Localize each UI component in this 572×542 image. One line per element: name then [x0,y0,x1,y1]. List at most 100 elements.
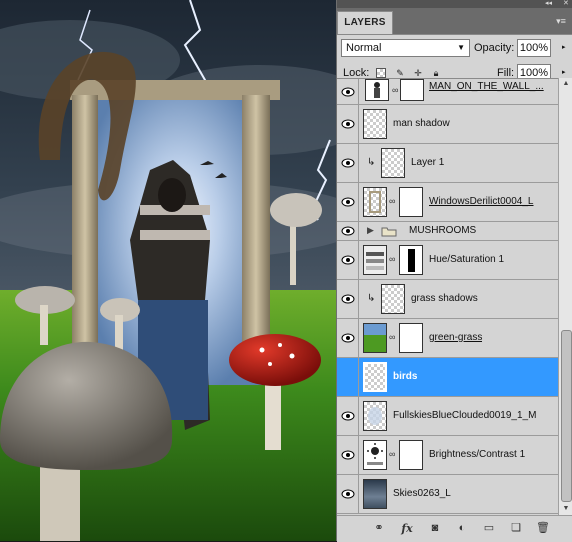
layer-name[interactable]: birds [393,358,417,396]
panel-menu-icon[interactable]: ▾≡ [554,16,568,26]
visibility-toggle[interactable] [337,475,359,513]
layer-name[interactable]: Skies0263_L [393,475,451,513]
document-canvas[interactable] [0,0,336,541]
layer-row-selected[interactable]: birds [337,358,558,397]
link-layers-icon[interactable]: ⚭ [371,521,387,536]
delete-layer-icon[interactable]: 🗑︎ [535,521,551,536]
layer-row[interactable]: Skies0263_L [337,475,558,514]
lock-image-icon[interactable]: ✎ [395,68,405,78]
lock-transparency-icon[interactable] [376,68,386,78]
visibility-toggle[interactable] [337,222,359,240]
layer-name[interactable]: grass shadows [411,280,478,318]
collapse-icon[interactable]: ◂◂ [545,0,552,8]
scroll-up-icon[interactable]: ▲ [559,78,572,90]
mask-shape-icon [408,249,415,272]
layer-row[interactable]: ↳ Layer 1 [337,144,558,183]
layer-name[interactable]: Brightness/Contrast 1 [429,436,525,474]
layer-mask-thumbnail [399,440,423,470]
link-icon: ∞ [392,85,399,95]
layer-mask-thumbnail [399,187,423,217]
visibility-toggle[interactable] [337,436,359,474]
opacity-flyout-icon[interactable]: ▸ [562,43,566,51]
layer-row[interactable]: FullskiesBlueClouded0019_1_M [337,397,558,436]
layer-name[interactable]: Hue/Saturation 1 [429,241,504,279]
visibility-toggle[interactable] [337,241,359,279]
person-icon [374,82,380,98]
layer-row[interactable]: ∞ Hue/Saturation 1 [337,241,558,280]
tab-layers[interactable]: LAYERS [337,11,393,34]
layer-name[interactable]: green-grass [429,319,482,357]
visibility-toggle[interactable] [337,105,359,143]
eye-icon [341,333,355,343]
layer-thumbnail [363,187,387,217]
layer-group-row[interactable]: ▶ MUSHROOMS [337,222,558,241]
link-icon: ∞ [389,254,396,264]
close-panel-icon[interactable]: ✕ [563,0,569,8]
visibility-toggle[interactable] [337,319,359,357]
layer-mask-thumbnail [400,79,424,101]
layer-name[interactable]: MUSHROOMS [409,222,476,240]
opacity-label: Opacity: [474,42,515,54]
layer-row[interactable]: ↳ grass shadows [337,280,558,319]
eye-icon [341,450,355,460]
layer-row[interactable]: ∞ WindowsDerilict0004_L [337,183,558,222]
chevron-down-icon: ▼ [457,43,465,52]
layer-thumbnail [363,323,387,353]
layer-row[interactable]: ∞ green-grass [337,319,558,358]
expand-arrow-icon[interactable]: ▶ [367,225,374,236]
new-layer-icon[interactable]: ❏ [508,521,524,536]
artwork-image [0,0,336,541]
eye-icon [341,158,355,168]
layer-thumbnail [363,362,387,392]
scrollbar-thumb[interactable] [561,330,572,502]
fx-icon[interactable]: fx [399,521,415,536]
blend-mode-value: Normal [346,42,382,54]
panel-tab-bar: LAYERS ▾≡ [337,8,572,35]
eye-icon [341,87,355,96]
eye-icon [341,489,355,499]
layers-list: ∞ MAN_ON_THE_WALL_... man shadow ↳ Layer… [337,78,558,516]
layer-thumbnail [365,79,389,101]
layer-mask-thumbnail [399,323,423,353]
layer-name[interactable]: Layer 1 [411,144,444,182]
opacity-field[interactable]: 100% [517,39,551,57]
lock-position-icon[interactable]: ✛ [413,68,423,78]
eye-icon [341,119,355,129]
layer-name[interactable]: man shadow [393,105,450,143]
layer-row[interactable]: man shadow [337,105,558,144]
visibility-toggle[interactable] [337,358,359,396]
folder-icon [381,227,397,237]
layer-thumbnail [381,284,405,314]
layer-thumbnail [363,109,387,139]
add-mask-icon[interactable]: ◙ [427,521,443,536]
blend-opacity-row: Normal ▼ Opacity: 100% ▸ [337,35,572,60]
visibility-toggle[interactable] [337,183,359,221]
visibility-toggle[interactable] [337,144,359,182]
link-icon: ∞ [389,332,396,342]
layer-thumbnail [363,479,387,509]
layers-scrollbar[interactable]: ▲ ▼ [558,78,572,515]
blend-mode-select[interactable]: Normal ▼ [341,39,470,57]
hue-saturation-icon [366,252,384,270]
visibility-toggle[interactable] [337,79,359,104]
layers-panel: ◂◂ ✕ LAYERS ▾≡ Normal ▼ Opacity: 100% ▸ … [336,0,572,542]
adjustment-layer-icon[interactable]: ◐ [454,521,470,536]
layer-mask-thumbnail [399,245,423,275]
fill-flyout-icon[interactable]: ▸ [562,68,566,76]
layer-thumbnail [381,148,405,178]
brightness-icon [367,443,383,465]
lock-all-icon[interactable]: 🔒︎ [431,68,441,78]
layer-row[interactable]: ∞ MAN_ON_THE_WALL_... [337,79,558,105]
layer-row[interactable]: ∞ Brightness/Contrast 1 [337,436,558,475]
eye-icon [341,197,355,207]
scroll-down-icon[interactable]: ▼ [559,503,572,515]
visibility-toggle[interactable] [337,397,359,435]
visibility-toggle[interactable] [337,280,359,318]
layer-name[interactable]: WindowsDerilict0004_L [429,183,534,221]
eye-icon [341,226,355,236]
layer-name[interactable]: MAN_ON_THE_WALL_... [429,81,544,93]
frame-icon [369,191,381,213]
new-group-icon[interactable]: ▭ [481,521,497,536]
layer-name[interactable]: FullskiesBlueClouded0019_1_M [393,397,536,435]
layers-footer-toolbar: ⚭ fx ◙ ◐ ▭ ❏ 🗑︎ [337,515,572,542]
